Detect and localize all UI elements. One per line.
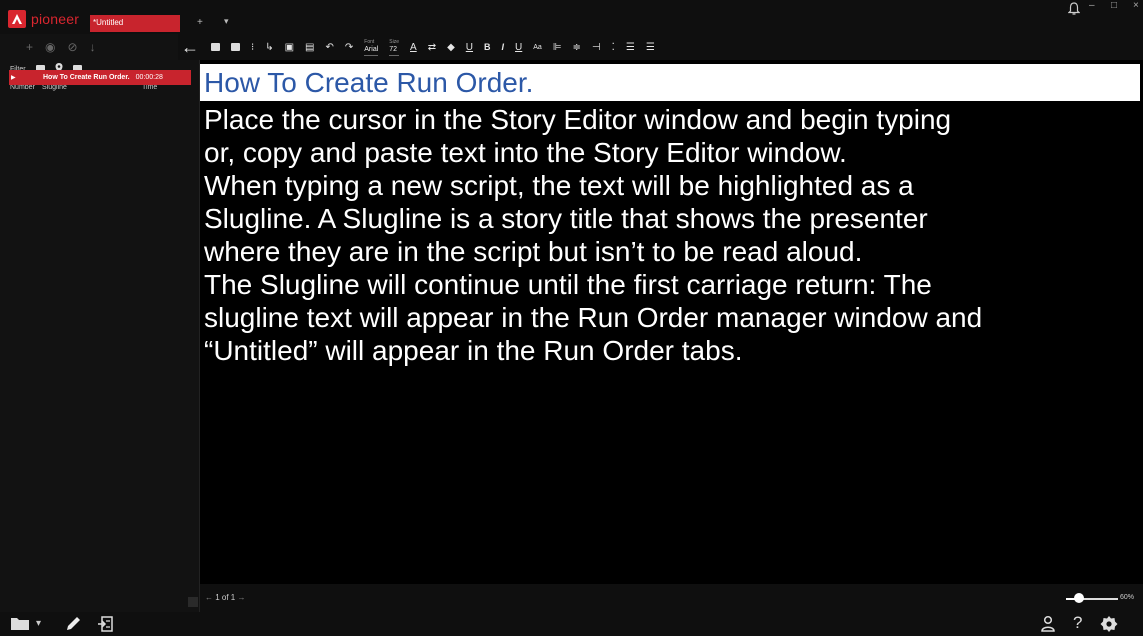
row-slugline: How To Create Run Order. [43, 74, 130, 81]
grid-icon[interactable] [231, 43, 240, 51]
size-value: 72 [389, 46, 398, 53]
story-editor[interactable]: How To Create Run Order. Place the curso… [200, 60, 1143, 584]
outdent-icon[interactable]: ☰ [646, 42, 655, 53]
font-select[interactable]: Font Arial [364, 38, 379, 56]
align-right-icon[interactable]: ⊣ [592, 42, 601, 53]
font-caption: Font [364, 39, 375, 45]
bell-icon[interactable] [1067, 2, 1081, 21]
size-select[interactable]: Size 72 [389, 38, 400, 56]
redo-icon[interactable]: ↷ [345, 42, 353, 53]
next-page-button[interactable]: → [237, 593, 245, 602]
new-tab-button[interactable]: + [197, 17, 203, 28]
prev-page-button[interactable]: ← [205, 593, 213, 602]
brand-name: pioneer [31, 11, 80, 27]
row-time: 00:00:28 [135, 74, 163, 81]
close-button[interactable]: × [1133, 0, 1139, 11]
brand: pioneer [8, 9, 79, 29]
case-button[interactable]: Aa [533, 44, 542, 51]
underline-style-button[interactable]: U [515, 42, 522, 53]
align-center-icon[interactable]: ≑ [573, 42, 581, 53]
indent-icon[interactable]: ☰ [626, 42, 635, 53]
line-spacing-icon[interactable]: ⁚ [612, 42, 615, 53]
page-indicator: 1 of 1 [215, 593, 236, 602]
font-value: Arial [364, 46, 379, 53]
play-icon: ▶ [11, 75, 16, 81]
script-body[interactable]: Place the cursor in the Story Editor win… [204, 103, 1140, 367]
slugline[interactable]: How To Create Run Order. [200, 64, 1140, 101]
print-icon[interactable]: ▤ [305, 42, 314, 53]
bottom-bar: ▾ ? [0, 612, 1143, 636]
return-icon[interactable]: ↳ [265, 42, 273, 53]
edit-pencil-icon[interactable] [64, 615, 82, 636]
record-icon[interactable]: ◉ [45, 40, 55, 54]
editor-footer: ← 1 of 1 → 60% [200, 584, 1143, 612]
undo-icon[interactable]: ↶ [325, 42, 333, 53]
settings-icon[interactable] [1100, 615, 1118, 636]
bold-button[interactable]: B [484, 42, 491, 52]
underline-button[interactable]: U [466, 42, 473, 53]
table-row[interactable]: ▶ How To Create Run Order. 00:00:28 [9, 70, 191, 85]
highlight-icon[interactable]: ◆ [447, 42, 455, 53]
insert-icon[interactable]: ▣ [285, 42, 294, 53]
maximize-button[interactable]: □ [1111, 0, 1117, 11]
bookmark-icon[interactable]: ⁝ [251, 42, 254, 53]
run-order-toolbar: + ◉ ⊘ ↓ [0, 34, 199, 60]
pioneer-logo-icon [8, 10, 26, 28]
help-icon[interactable]: ? [1073, 613, 1082, 633]
swap-icon[interactable]: ⇄ [428, 42, 436, 53]
panel-resize-handle[interactable] [188, 597, 198, 607]
title-bar: pioneer *Untitled + ▾ – □ × [0, 0, 1143, 34]
zoom-knob[interactable] [1074, 593, 1084, 603]
tab-menu-button[interactable]: ▾ [224, 16, 229, 27]
add-icon[interactable]: + [26, 40, 33, 54]
folder-menu-icon[interactable]: ▾ [36, 618, 41, 629]
folder-icon[interactable] [10, 615, 30, 636]
save-icon[interactable] [211, 43, 220, 51]
user-icon[interactable] [1040, 615, 1056, 636]
italic-button[interactable]: I [502, 42, 505, 52]
align-left-icon[interactable]: ⊫ [553, 42, 562, 53]
size-caption: Size [389, 39, 400, 45]
editor-toolbar: ← ⁝ ↳ ▣ ▤ ↶ ↷ Font Arial Size 72 A ⇄ ◆ U… [178, 34, 1143, 60]
zoom-label: 60% [1120, 594, 1135, 601]
tab-untitled[interactable]: *Untitled [90, 15, 180, 32]
run-order-icon[interactable] [96, 615, 114, 636]
pager: ← 1 of 1 → [205, 593, 245, 602]
minimize-button[interactable]: – [1089, 0, 1095, 11]
hide-icon[interactable]: ⊘ [68, 40, 78, 54]
run-order-panel: + ◉ ⊘ ↓ Filter Number Slugline Time [0, 34, 200, 612]
text-color-button[interactable]: A [410, 42, 417, 53]
back-arrow-icon[interactable]: ← [180, 37, 200, 57]
download-icon[interactable]: ↓ [90, 40, 96, 54]
